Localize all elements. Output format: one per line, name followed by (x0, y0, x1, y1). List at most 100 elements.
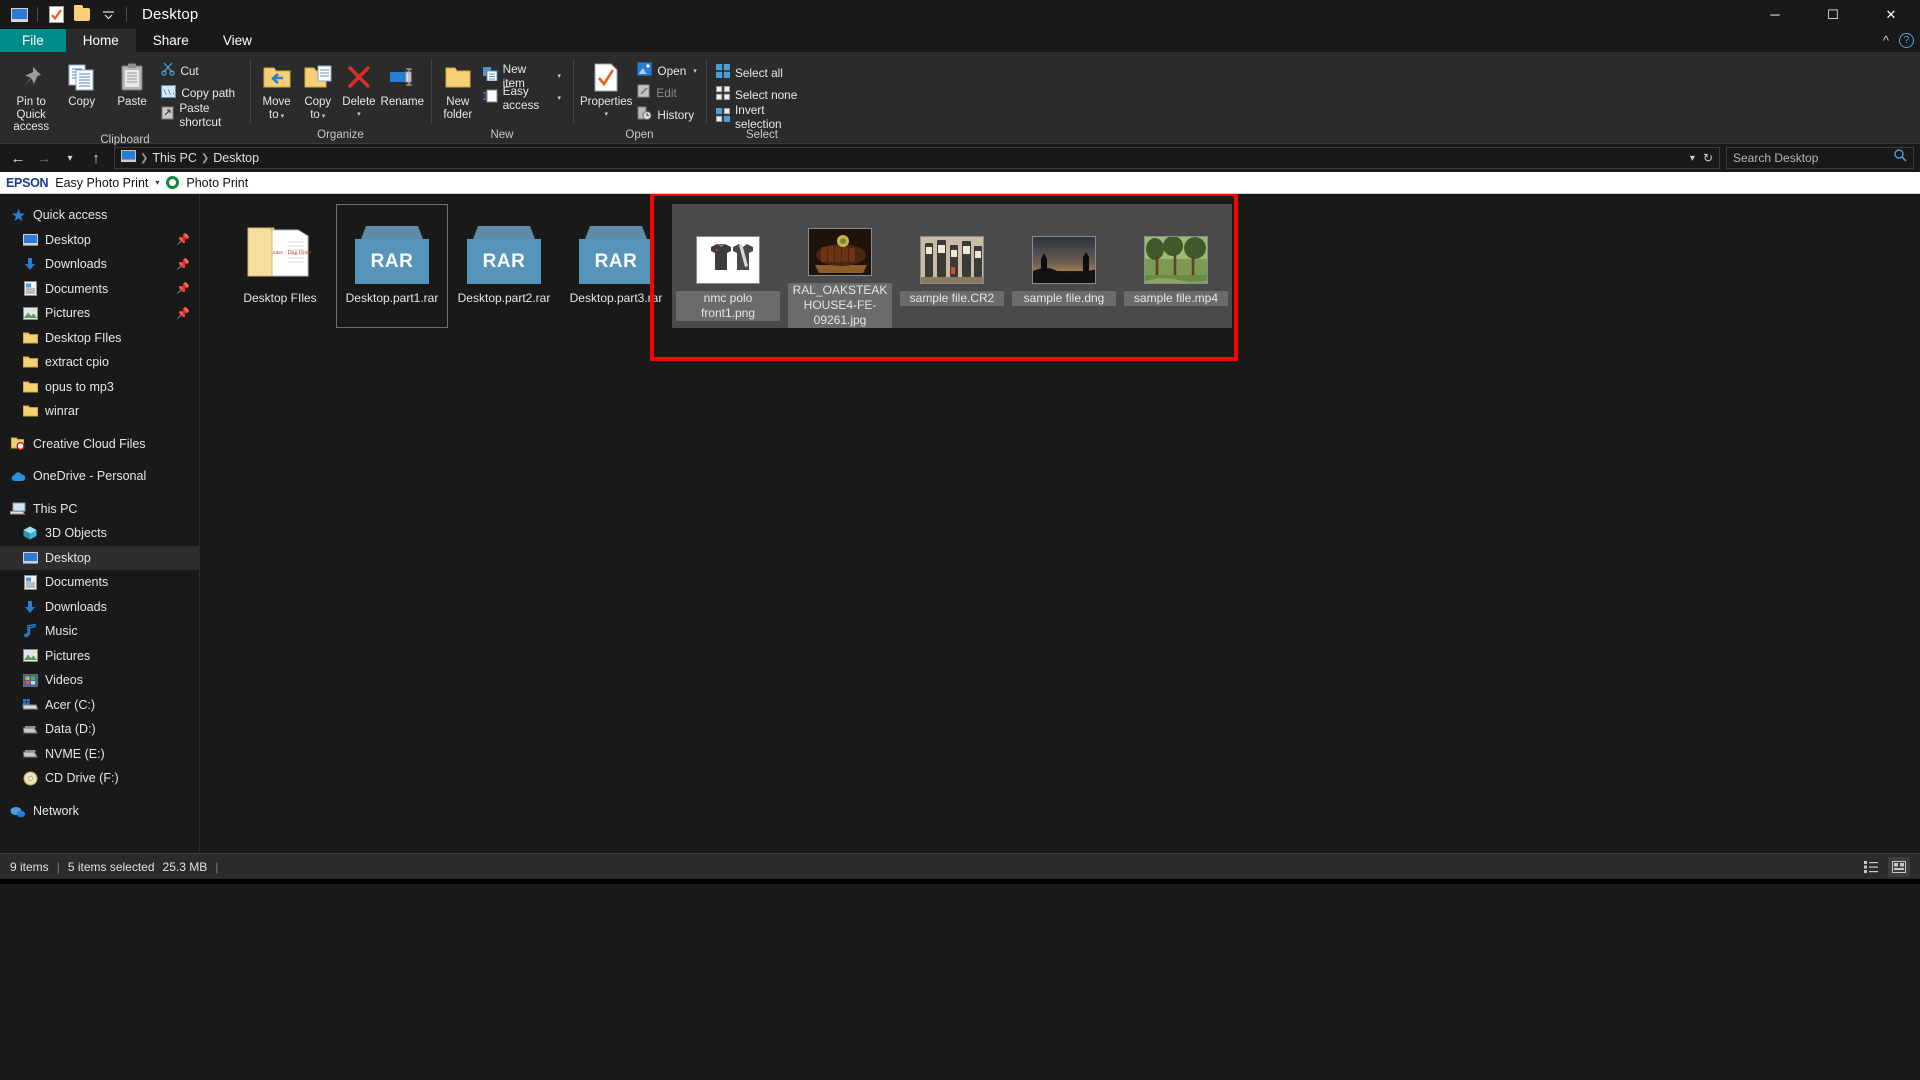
address-bar: ← → ▾ ↑ ❯ This PC ❯ Desktop ▾ ↻ (0, 144, 1920, 172)
sidebar-item-network[interactable]: Network (0, 799, 199, 824)
pin-icon[interactable]: 📌 (176, 233, 190, 246)
file-item-folder[interactable]: Index : Dug Order Desktop FIles (224, 204, 336, 328)
minimize-button[interactable]: ─ (1746, 0, 1804, 29)
downloads-icon (22, 256, 38, 272)
edit-button[interactable]: Edit (634, 82, 701, 103)
sidebar-item-videos[interactable]: Videos (0, 668, 199, 693)
sidebar-item-desktop-qa[interactable]: Desktop 📌 (0, 228, 199, 253)
open-button[interactable]: Open ▾ (634, 60, 701, 81)
customize-chevron-icon[interactable] (95, 2, 121, 28)
file-item-rar-part2[interactable]: RAR Desktop.part2.rar (448, 204, 560, 328)
recent-locations-icon[interactable]: ▾ (58, 146, 82, 170)
sidebar-item-acer-c[interactable]: Acer (C:) (0, 693, 199, 718)
file-item-polo-png[interactable]: nmc polo front1.png (672, 204, 784, 328)
copy-to-button[interactable]: Copy to ▾ (298, 57, 337, 123)
file-list-pane[interactable]: Index : Dug Order Desktop FIles RAR Desk… (199, 194, 1920, 853)
tab-share[interactable]: Share (136, 29, 206, 52)
sidebar-item-data-d[interactable]: Data (D:) (0, 717, 199, 742)
tab-file[interactable]: File (0, 29, 66, 52)
select-all-button[interactable]: Select all (713, 62, 811, 83)
explorer-icon[interactable] (6, 2, 32, 28)
sidebar-item-documents-qa[interactable]: Documents 📌 (0, 277, 199, 302)
sidebar-item-downloads-qa[interactable]: Downloads 📌 (0, 252, 199, 277)
sidebar-item-winrar[interactable]: winrar (0, 399, 199, 424)
delete-button[interactable]: Delete ▾ (339, 57, 378, 121)
sidebar-item-desktop-files[interactable]: Desktop FIles (0, 326, 199, 351)
move-to-button[interactable]: Move to ▾ (257, 57, 296, 123)
sidebar-item-this-pc[interactable]: This PC (0, 497, 199, 522)
sidebar-item-onedrive-personal[interactable]: OneDrive - Personal (0, 464, 199, 489)
search-box[interactable] (1726, 147, 1914, 169)
quick-access-toolbar[interactable] (0, 0, 132, 29)
search-input[interactable] (1733, 151, 1894, 165)
collapse-ribbon-icon[interactable]: ^ (1883, 33, 1889, 48)
breadcrumb[interactable]: ❯ This PC ❯ Desktop ▾ ↻ (114, 147, 1720, 169)
new-folder-button[interactable]: New folder (438, 57, 478, 121)
sidebar-item-opus-to-mp3[interactable]: opus to mp3 (0, 375, 199, 400)
back-arrow-icon[interactable]: ← (6, 146, 30, 170)
search-icon[interactable] (1894, 149, 1907, 167)
easy-access-button[interactable]: Easy access ▾ (480, 84, 566, 112)
folder-thumbnail: Index : Dug Order (241, 212, 319, 284)
file-item-sample-dng[interactable]: sample file.dng (1008, 204, 1120, 328)
sidebar-item-documents[interactable]: Documents (0, 570, 199, 595)
ribbon-tabs[interactable]: File Home Share View ^ ? (0, 29, 1920, 52)
sidebar-item-quick-access[interactable]: Quick access (0, 203, 199, 228)
file-item-rar-part1[interactable]: RAR Desktop.part1.rar (336, 204, 448, 328)
easy-photo-print-menu[interactable]: Easy Photo Print (55, 176, 148, 190)
photo-print-icon[interactable] (166, 176, 180, 189)
cut-button[interactable]: Cut (158, 60, 243, 81)
tab-view[interactable]: View (206, 29, 269, 52)
file-item-sample-cr2[interactable]: sample file.CR2 (896, 204, 1008, 328)
paste-shortcut-button[interactable]: Paste shortcut (158, 101, 243, 129)
ribbon-group-clipboard: Pin to Quick access Copy Paste Cut \\. C… (0, 52, 250, 146)
pin-to-quick-access-button[interactable]: Pin to Quick access (7, 57, 55, 134)
breadcrumb-this-pc[interactable]: This PC (152, 151, 196, 165)
properties-icon[interactable] (43, 2, 69, 28)
address-dropdown-icon[interactable]: ▾ (1690, 153, 1695, 164)
file-item-rar-part3[interactable]: RAR Desktop.part3.rar (560, 204, 672, 328)
copy-path-label: Copy path (181, 85, 236, 100)
sidebar-item-music[interactable]: Music (0, 619, 199, 644)
pin-icon[interactable]: 📌 (176, 282, 190, 295)
sidebar-item-cd-drive-f[interactable]: CD Drive (F:) (0, 766, 199, 791)
delete-icon (346, 61, 372, 93)
sidebar-item-desktop[interactable]: Desktop (0, 545, 199, 570)
maximize-button[interactable]: ☐ (1804, 0, 1862, 29)
new-folder-icon[interactable] (69, 2, 95, 28)
sidebar-item-pictures[interactable]: Pictures (0, 644, 199, 669)
navigation-pane[interactable]: Quick access Desktop 📌 Downloads 📌 Docum… (0, 194, 199, 853)
file-item-steak-jpg[interactable]: RAL_OAKSTEAKHOUSE4-FE-09261.jpg (784, 204, 896, 328)
history-button[interactable]: History (634, 104, 701, 125)
tab-home[interactable]: Home (65, 29, 136, 52)
help-icon[interactable]: ? (1899, 33, 1914, 48)
breadcrumb-desktop[interactable]: Desktop (213, 151, 259, 165)
refresh-icon[interactable]: ↻ (1703, 151, 1713, 165)
rename-button[interactable]: Rename (381, 57, 424, 109)
sidebar-item-3d-objects[interactable]: 3D Objects (0, 521, 199, 546)
forward-arrow-icon[interactable]: → (32, 146, 56, 170)
properties-button[interactable]: Properties ▾ (580, 57, 632, 121)
file-item-sample-mp4[interactable]: sample file.mp4 (1120, 204, 1232, 328)
pictures-icon (22, 305, 38, 321)
file-name: nmc polo front1.png (676, 291, 780, 321)
breadcrumb-root-icon[interactable] (121, 149, 136, 167)
sidebar-item-nvme-e[interactable]: NVME (E:) (0, 742, 199, 767)
paste-label: Paste (117, 96, 147, 108)
sidebar-item-creative-cloud-files[interactable]: Creative Cloud Files (0, 432, 199, 457)
sidebar-item-downloads[interactable]: Downloads (0, 595, 199, 620)
pin-icon[interactable]: 📌 (176, 258, 190, 271)
close-button[interactable]: ✕ (1862, 0, 1920, 29)
invert-selection-button[interactable]: Invert selection (713, 103, 811, 131)
window-controls[interactable]: ─ ☐ ✕ (1746, 0, 1920, 29)
sidebar-item-extract-cpio[interactable]: extract cpio (0, 350, 199, 375)
paste-button[interactable]: Paste (108, 57, 156, 109)
large-icons-view-icon[interactable] (1888, 856, 1910, 877)
photo-print-button[interactable]: Photo Print (186, 176, 248, 190)
sidebar-item-pictures-qa[interactable]: Pictures 📌 (0, 301, 199, 326)
copy-button[interactable]: Copy (57, 57, 105, 109)
details-view-icon[interactable] (1860, 857, 1882, 877)
up-arrow-icon[interactable]: ↑ (84, 146, 108, 170)
chevron-down-icon[interactable]: ▾ (155, 178, 159, 187)
pin-icon[interactable]: 📌 (176, 307, 190, 320)
